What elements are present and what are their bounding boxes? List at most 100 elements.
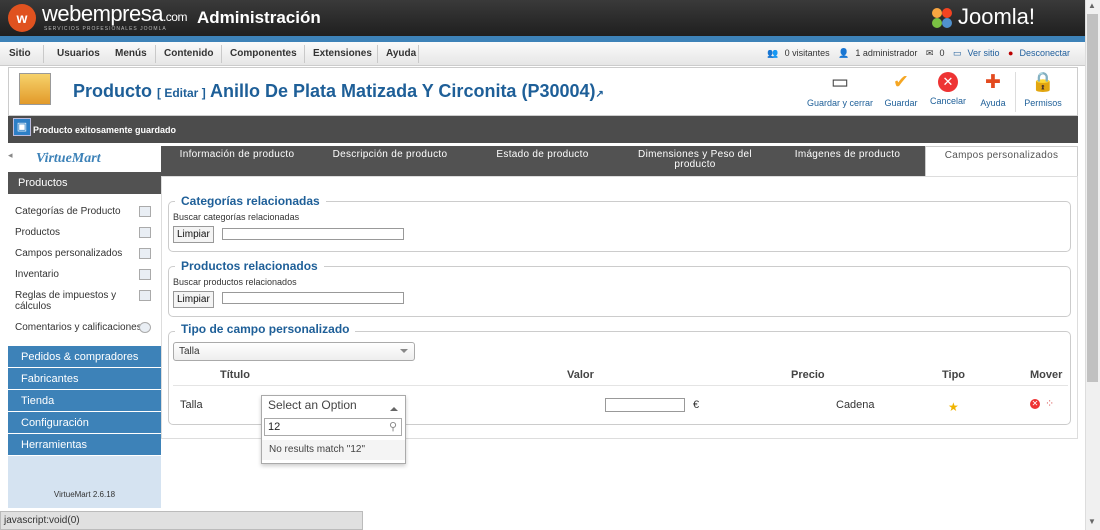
- users-icon: 👤: [838, 48, 850, 58]
- categories-icon: [139, 206, 151, 217]
- dropdown-search-input[interactable]: 12 ⚲: [264, 418, 402, 436]
- chevron-up-icon: [390, 403, 398, 411]
- scroll-down-icon[interactable]: ▼: [1088, 517, 1096, 526]
- menu-contenido[interactable]: Contenido: [164, 48, 213, 59]
- sidebar-products-list: Categorías de Producto Productos Campos …: [8, 194, 161, 346]
- monitor-icon: ▭: [952, 48, 962, 58]
- tab-product-description[interactable]: Descripción de producto: [315, 146, 465, 176]
- tab-dimensions-weight[interactable]: Dimensiones y Peso del producto: [622, 146, 768, 176]
- brand-name: webempresa.com: [42, 1, 187, 26]
- column-header-type: Tipo: [942, 369, 966, 381]
- sidebar-item-categories[interactable]: Categorías de Producto: [15, 206, 150, 217]
- chevron-down-icon: [400, 349, 408, 357]
- message-text: Producto exitosamente guardado: [33, 125, 177, 135]
- admins-count: 1 administrador: [855, 48, 918, 58]
- save-close-button[interactable]: ▭ Guardar y cerrar: [805, 72, 875, 108]
- tab-product-status[interactable]: Estado de producto: [475, 146, 610, 176]
- collapse-arrow-icon[interactable]: ◂: [8, 150, 13, 161]
- move-handle-icon[interactable]: ⁘: [1045, 397, 1054, 410]
- custom-fields-table-header: [173, 364, 1068, 386]
- menu-separator: [377, 45, 378, 63]
- related-categories-fieldset: [168, 201, 1071, 252]
- sidebar-item-reviews[interactable]: Comentarios y calificaciones: [15, 322, 155, 333]
- save-button[interactable]: ✔ Guardar: [882, 72, 920, 108]
- custom-field-legend: Tipo de campo personalizado: [175, 322, 356, 336]
- related-products-legend: Productos relacionados: [175, 259, 324, 273]
- sidebar-section-products[interactable]: Productos: [8, 172, 161, 194]
- price-input[interactable]: [605, 398, 685, 412]
- menu-componentes[interactable]: Componentes: [230, 48, 297, 59]
- virtuemart-logo[interactable]: VirtueMart: [8, 146, 161, 172]
- logout-icon: ●: [1008, 48, 1014, 58]
- product-icon: [19, 73, 51, 105]
- menu-separator: [418, 45, 419, 63]
- users-icon: 👥: [767, 48, 779, 58]
- sidebar-version: VirtueMart 2.6.18: [8, 456, 161, 508]
- scrollbar-thumb[interactable]: [1087, 14, 1098, 382]
- sidebar-item-inventory[interactable]: Inventario: [15, 269, 150, 280]
- star-icon: ★: [948, 400, 959, 414]
- save-disk-icon: ▣: [13, 118, 31, 136]
- column-header-move: Mover: [1030, 369, 1063, 381]
- sidebar-cat-shop[interactable]: Tienda: [8, 390, 161, 412]
- joomla-logo-text: Joomla!: [958, 4, 1036, 29]
- menu-separator: [43, 45, 44, 63]
- menu-separator: [221, 45, 222, 63]
- menu-sitio[interactable]: Sitio: [9, 48, 31, 59]
- tab-custom-fields[interactable]: Campos personalizados: [925, 146, 1078, 176]
- custom-fields-icon: [139, 248, 151, 259]
- clear-products-button[interactable]: Limpiar: [173, 291, 214, 308]
- related-categories-label: Buscar categorías relacionadas: [173, 212, 300, 222]
- logout-link[interactable]: Desconectar: [1019, 48, 1070, 58]
- status-bar-right: 👥 0 visitantes 👤 1 administrador ✉ 0 ▭ Ver s…: [761, 48, 1070, 59]
- admin-title: Administración: [197, 8, 321, 27]
- column-header-value: Valor: [567, 369, 594, 381]
- row-title: Talla: [180, 399, 203, 411]
- sidebar-item-custom-fields[interactable]: Campos personalizados: [15, 248, 150, 259]
- sidebar-item-products[interactable]: Productos: [15, 227, 150, 238]
- menu-menus[interactable]: Menús: [115, 48, 147, 59]
- clear-categories-button[interactable]: Limpiar: [173, 226, 214, 243]
- inventory-icon: [139, 269, 151, 280]
- delete-icon[interactable]: ✕: [1030, 399, 1040, 409]
- sidebar-cat-configuration[interactable]: Configuración: [8, 412, 161, 434]
- cancel-icon: ✕: [938, 72, 958, 92]
- webempresa-logo-icon: w: [8, 4, 36, 32]
- lock-icon: 🔒: [1031, 72, 1055, 93]
- save-close-icon: ▭: [831, 72, 849, 93]
- sidebar-cat-tools[interactable]: Herramientas: [8, 434, 161, 456]
- calculator-icon: [139, 290, 151, 301]
- tab-product-info[interactable]: Información de producto: [163, 146, 311, 176]
- browser-status-bar: javascript:void(0): [0, 511, 363, 530]
- menu-extensiones[interactable]: Extensiones: [313, 48, 372, 59]
- external-link-icon[interactable]: ↗: [596, 89, 604, 100]
- related-categories-search-input[interactable]: [222, 228, 404, 240]
- menu-separator: [155, 45, 156, 63]
- search-icon: ⚲: [388, 421, 397, 433]
- view-site-link[interactable]: Ver sitio: [968, 48, 1000, 58]
- visitors-count: 0 visitantes: [784, 48, 830, 58]
- currency-symbol: €: [693, 399, 700, 411]
- messages-count[interactable]: 0: [939, 48, 944, 58]
- cancel-button[interactable]: ✕ Cancelar: [928, 72, 968, 106]
- value-select[interactable]: Select an Option: [262, 396, 405, 414]
- related-products-search-input[interactable]: [222, 292, 404, 304]
- permissions-button[interactable]: 🔒 Permisos: [1020, 72, 1066, 108]
- row-type: Cadena: [836, 399, 875, 411]
- menu-separator: [304, 45, 305, 63]
- products-icon: [139, 227, 151, 238]
- custom-field-type-select[interactable]: Talla: [173, 342, 415, 361]
- menu-usuarios[interactable]: Usuarios: [57, 48, 100, 59]
- help-button[interactable]: ✚ Ayuda: [976, 72, 1010, 108]
- sidebar-cat-orders[interactable]: Pedidos & compradores: [8, 346, 161, 368]
- column-header-price: Precio: [791, 369, 825, 381]
- tab-product-images[interactable]: Imágenes de producto: [775, 146, 920, 176]
- lifebuoy-icon: ✚: [985, 72, 1001, 93]
- sidebar-item-tax-rules[interactable]: Reglas de impuestos y cálculos: [15, 290, 125, 312]
- scroll-up-icon[interactable]: ▲: [1088, 1, 1096, 10]
- joomla-logo-icon: [932, 8, 952, 28]
- menu-ayuda[interactable]: Ayuda: [386, 48, 416, 59]
- related-products-label: Buscar productos relacionados: [173, 277, 297, 287]
- sidebar-cat-manufacturers[interactable]: Fabricantes: [8, 368, 161, 390]
- toolbar-separator: [1015, 72, 1016, 112]
